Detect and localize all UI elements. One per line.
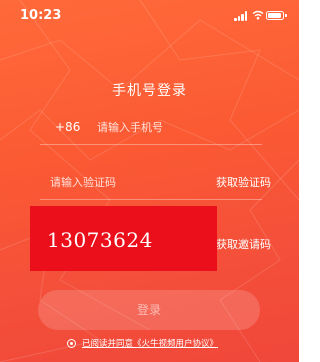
signal-icon (234, 11, 248, 21)
get-invite-code-button[interactable]: 获取邀请码 (216, 236, 271, 252)
get-code-button[interactable]: 获取验证码 (216, 174, 271, 190)
agreement-link[interactable]: 已阅读并同意《火牛视频用户协议》 (82, 337, 218, 349)
country-code-selector[interactable]: +86 (55, 120, 80, 134)
login-button[interactable]: 登录 (38, 290, 260, 330)
login-screen: 10:23 手机号登录 +86 获取验证码 获取邀请码 13073624 登录 … (0, 0, 299, 362)
status-bar: 10:23 (0, 0, 299, 32)
agreement-radio[interactable] (67, 339, 76, 348)
battery-icon (266, 11, 287, 20)
phone-input[interactable] (97, 118, 257, 136)
verification-code-input[interactable] (50, 173, 190, 191)
wifi-icon (252, 10, 264, 20)
code-divider (40, 199, 262, 200)
phone-divider (40, 144, 262, 145)
page-title: 手机号登录 (112, 83, 187, 99)
status-time: 10:23 (20, 8, 62, 23)
overlay-number: 13073624 (47, 228, 153, 252)
